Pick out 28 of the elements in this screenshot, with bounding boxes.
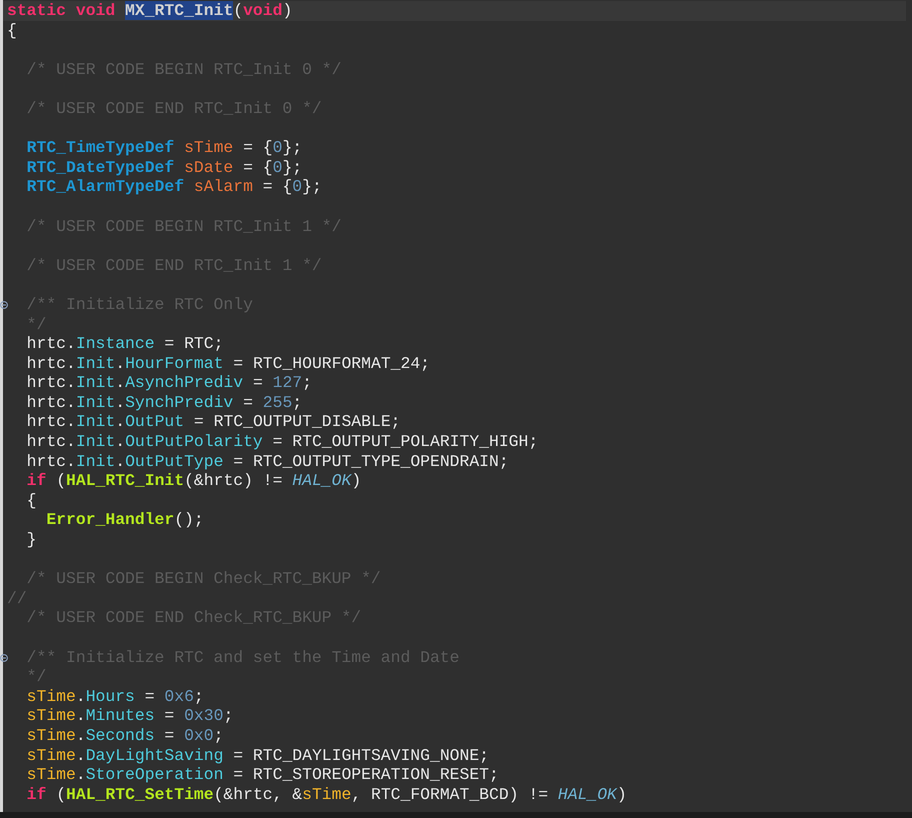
code-line: { <box>26 490 37 510</box>
code-line: hrtc.Init.OutPut = RTC_OUTPUT_DISABLE; <box>26 412 400 432</box>
code-line: if (HAL_RTC_SetTime(&hrtc, &sTime, RTC_FORMAT_BCD) != HAL_OK) <box>26 784 627 804</box>
code-line: Error_Handler(); <box>45 510 204 530</box>
code-line: { <box>7 20 17 40</box>
code-line: */ <box>26 667 46 687</box>
code-line: hrtc.Init.OutPutPolarity = RTC_OUTPUT_POLARITY_HIGH; <box>26 432 538 452</box>
code-line: hrtc.Init.OutPutType = RTC_OUTPUT_TYPE_OPENDRAIN; <box>26 452 509 472</box>
code-line: sTime.Minutes = 0x30; <box>26 706 234 726</box>
code-line: if (HAL_RTC_Init(&hrtc) != HAL_OK) <box>26 471 362 491</box>
code-line: sTime.Hours = 0x6; <box>26 686 204 706</box>
code-line: RTC_AlarmTypeDef sAlarm = {0}; <box>26 177 322 197</box>
code-line: RTC_TimeTypeDef sTime = {0}; <box>26 138 302 158</box>
code-line: static void MX_RTC_Init(void) <box>7 1 292 21</box>
code-line: hrtc.Init.HourFormat = RTC_HOURFORMAT_24; <box>26 354 430 374</box>
code-line: */ <box>26 314 46 334</box>
code-line: // <box>7 588 27 608</box>
code-line: RTC_DateTypeDef sDate = {0}; <box>26 158 302 178</box>
code-line: sTime.DayLightSaving = RTC_DAYLIGHTSAVING_NONE; <box>26 746 489 766</box>
code-line: hrtc.Init.SynchPrediv = 255; <box>26 392 302 412</box>
code-editor[interactable] <box>0 0 912 812</box>
code-line: hrtc.Instance = RTC; <box>26 334 224 354</box>
fold-icon[interactable] <box>0 654 8 662</box>
code-line: sTime.Seconds = 0x0; <box>26 726 224 746</box>
fold-icon[interactable] <box>0 300 8 309</box>
code-line: hrtc.Init.AsynchPrediv = 127; <box>26 373 312 393</box>
code-line: } <box>26 530 37 550</box>
code-line: sTime.StoreOperation = RTC_STOREOPERATION_RESET; <box>26 765 499 785</box>
